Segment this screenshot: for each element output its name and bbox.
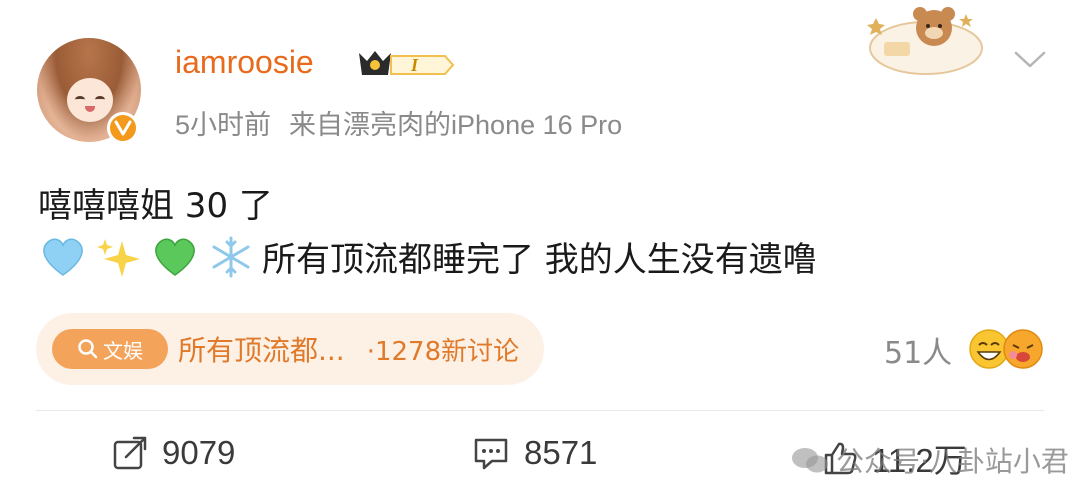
vip-level: I — [410, 55, 419, 75]
wechat-icon — [792, 448, 828, 473]
vip-crown-icon: I — [359, 51, 455, 75]
chevron-down-icon[interactable] — [1013, 50, 1047, 70]
post-meta: 5小时前 来自漂亮肉的iPhone 16 Pro — [175, 103, 622, 142]
topic-pill[interactable]: 文娱 所有顶流都... ·1278新讨论 — [36, 313, 544, 385]
post-text-line2-content: 所有顶流都睡完了 我的人生没有遗噜 — [262, 240, 817, 280]
topic-tag: 文娱 — [52, 329, 168, 369]
search-icon — [78, 339, 98, 359]
topic-count: ·1278新讨论 — [366, 336, 520, 367]
post-source: 来自漂亮肉的iPhone 16 Pro — [289, 110, 623, 140]
comment-button[interactable]: 8571 — [472, 434, 597, 472]
reaction-count[interactable]: 51人 — [884, 328, 952, 372]
topic-title: 所有顶流都... — [178, 334, 345, 367]
comment-count: 8571 — [524, 434, 598, 471]
reaction-emoji-icon[interactable] — [967, 325, 1047, 373]
sparkles-icon — [97, 238, 140, 277]
watermark-text: 公众号·八卦站小君 — [836, 445, 1069, 478]
light-blue-heart-icon — [43, 238, 83, 276]
divider — [36, 410, 1044, 411]
snowflake-icon — [212, 236, 250, 277]
verified-badge-icon — [107, 112, 139, 144]
comment-icon — [474, 438, 508, 470]
topic-tag-label: 文娱 — [103, 338, 143, 363]
post-text-line2: 所有顶流都睡完了 我的人生没有遗噜 — [38, 232, 817, 281]
bear-sticker-icon — [867, 7, 983, 75]
avatar-face — [67, 78, 113, 122]
watermark: 公众号·八卦站小君 — [790, 440, 1069, 480]
repost-count: 9079 — [162, 434, 236, 471]
post-time: 5小时前 — [175, 110, 272, 140]
username[interactable]: iamroosie — [175, 44, 314, 81]
green-heart-icon — [155, 238, 195, 276]
repost-button[interactable]: 9079 — [112, 434, 235, 472]
repost-icon — [113, 436, 147, 470]
post-text-line1: 嘻嘻嘻姐 30 了 — [38, 186, 273, 226]
